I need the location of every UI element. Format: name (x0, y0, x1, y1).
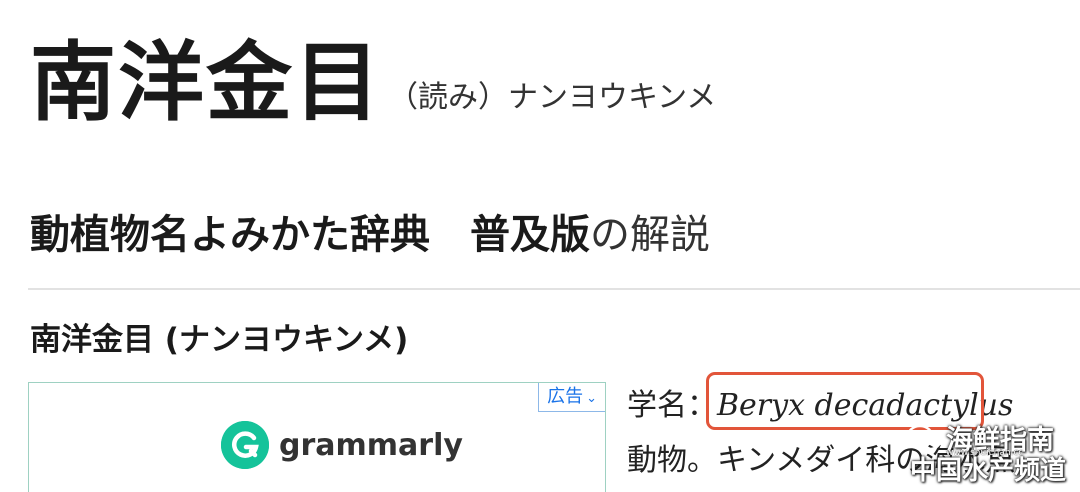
chevron-down-icon: ⌄ (586, 391, 597, 406)
ad-badge-label: 広告 (547, 386, 584, 407)
entry-reading: （読み）ナンヨウキンメ (388, 80, 717, 115)
dictionary-name-link[interactable]: 動植物名よみかた辞典 普及版 (30, 212, 590, 258)
ad-brand-name: grammarly (279, 427, 463, 463)
entry-description: 動物。キンメダイ科の海水魚 (627, 443, 1016, 478)
section-divider (28, 288, 1080, 290)
scientific-name-highlight-box (706, 372, 984, 430)
dictionary-title: 動植物名よみかた辞典 普及版の解説 (30, 210, 710, 260)
ad-brand[interactable]: grammarly (221, 421, 463, 469)
ad-banner[interactable]: 広告 ⌄ grammarly (28, 382, 606, 492)
scientific-name-label: 学名： (627, 388, 717, 423)
entry-headword: 南洋金目 (30, 32, 382, 133)
ad-choices-badge[interactable]: 広告 ⌄ (538, 383, 605, 412)
dictionary-title-suffix: の解説 (590, 212, 710, 258)
grammarly-logo-icon (221, 421, 269, 469)
entry-title: 南洋金目 (ナンヨウキンメ) (30, 322, 409, 358)
